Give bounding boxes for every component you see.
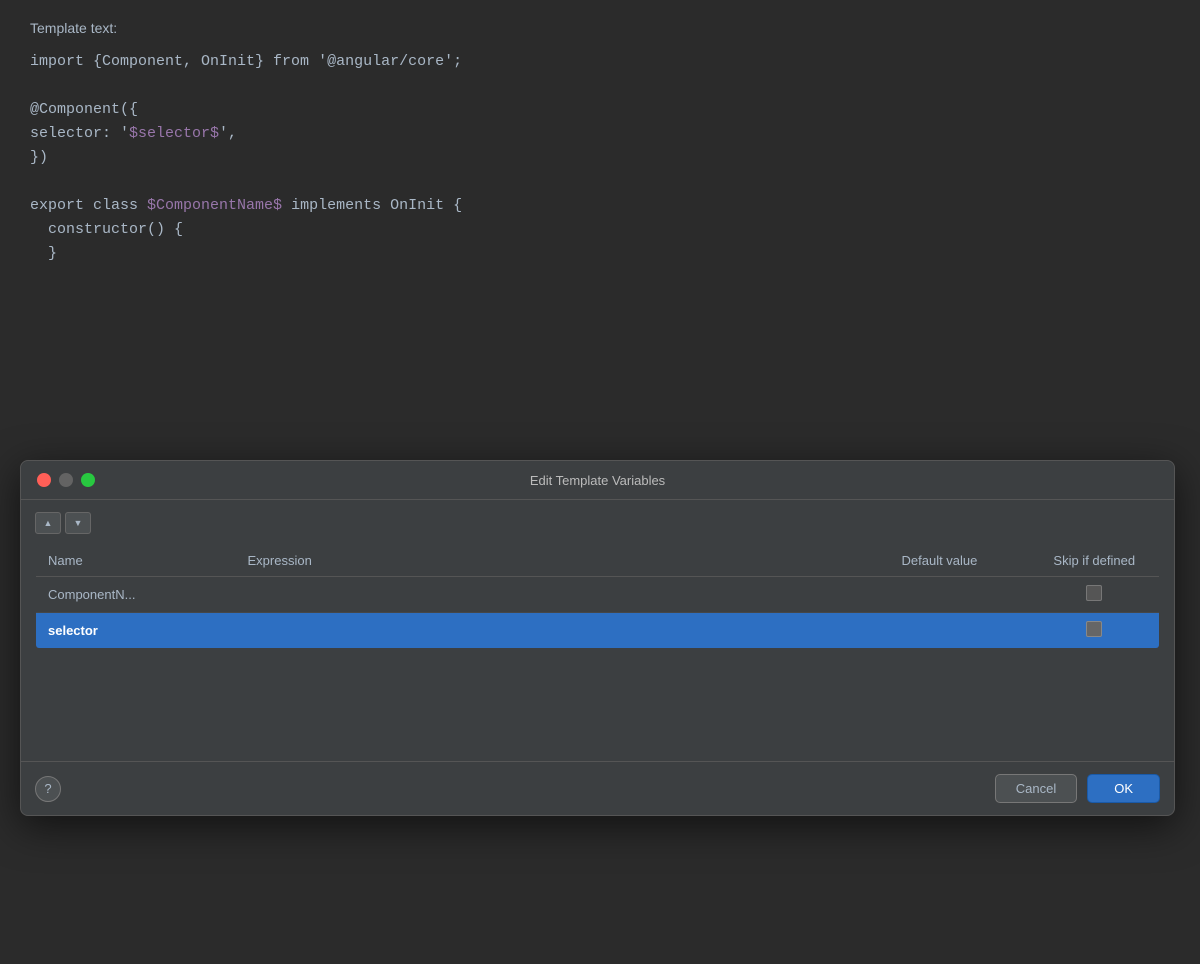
dialog-body: Name Expression Default value Skip if de…	[21, 500, 1174, 761]
code-line-innerbrace: }	[30, 242, 1170, 266]
footer-buttons: Cancel OK	[995, 774, 1160, 803]
implements-text: implements OnInit {	[282, 197, 462, 214]
import-path: '@angular/core';	[309, 53, 462, 70]
row1-default	[890, 577, 1030, 613]
dialog-title: Edit Template Variables	[530, 473, 665, 488]
col-header-skip: Skip if defined	[1030, 545, 1160, 577]
row1-skip[interactable]	[1030, 577, 1160, 613]
dialog-footer: ? Cancel OK	[21, 761, 1174, 815]
selector-variable: $selector$	[129, 125, 219, 142]
code-line-blank2	[30, 170, 1170, 194]
template-label: Template text:	[30, 20, 1170, 36]
selector-key: selector: '	[30, 125, 129, 142]
componentname-variable: $ComponentName$	[147, 197, 282, 214]
move-up-button[interactable]	[35, 512, 61, 534]
row2-skip[interactable]	[1030, 613, 1160, 649]
row1-expression	[236, 577, 890, 613]
table-row[interactable]: selector	[36, 613, 1160, 649]
code-line-export: export class $ComponentName$ implements …	[30, 194, 1170, 218]
ok-button[interactable]: OK	[1087, 774, 1160, 803]
arrow-down-icon	[74, 518, 83, 529]
row2-name: selector	[36, 613, 236, 649]
close-decorator: })	[30, 149, 48, 166]
code-line-selector: selector: '$selector$',	[30, 122, 1170, 146]
selector-close: ',	[219, 125, 237, 142]
import-text: import {Component, OnInit}	[30, 53, 273, 70]
col-header-default: Default value	[890, 545, 1030, 577]
variables-table: Name Expression Default value Skip if de…	[35, 544, 1160, 649]
move-down-button[interactable]	[65, 512, 91, 534]
edit-template-variables-dialog: Edit Template Variables Name Expression	[20, 460, 1175, 816]
code-line-component: @Component({	[30, 98, 1170, 122]
inner-close-brace: }	[30, 245, 57, 262]
component-decorator: @Component({	[30, 101, 138, 118]
code-line-import: import {Component, OnInit} from '@angula…	[30, 50, 1170, 74]
checkbox-skip-row1[interactable]	[1086, 585, 1102, 601]
row2-default[interactable]	[890, 613, 1030, 649]
code-line-closebrace: })	[30, 146, 1170, 170]
toolbar	[35, 512, 1160, 534]
cancel-button[interactable]: Cancel	[995, 774, 1077, 803]
constructor-text: constructor() {	[30, 221, 183, 238]
table-row[interactable]: ComponentN...	[36, 577, 1160, 613]
row2-name-text: selector	[48, 623, 98, 638]
row1-name: ComponentN...	[36, 577, 236, 613]
code-line-constructor: constructor() {	[30, 218, 1170, 242]
code-content: import {Component, OnInit} from '@angula…	[30, 50, 1170, 266]
dialog-titlebar: Edit Template Variables	[21, 461, 1174, 500]
minimize-button[interactable]	[59, 473, 73, 487]
export-keyword: export class	[30, 197, 147, 214]
empty-table-area	[35, 649, 1160, 749]
checkbox-skip-row2[interactable]	[1086, 621, 1102, 637]
code-line-blank1	[30, 74, 1170, 98]
code-editor: Template text: import {Component, OnInit…	[0, 0, 1200, 465]
table-header-row: Name Expression Default value Skip if de…	[36, 545, 1160, 577]
from-keyword: from	[273, 53, 309, 70]
close-button[interactable]	[37, 473, 51, 487]
traffic-lights	[37, 473, 95, 487]
arrow-up-icon	[44, 518, 53, 529]
help-button[interactable]: ?	[35, 776, 61, 802]
col-header-expression: Expression	[236, 545, 890, 577]
col-header-name: Name	[36, 545, 236, 577]
maximize-button[interactable]	[81, 473, 95, 487]
row2-expression[interactable]	[236, 613, 890, 649]
help-icon: ?	[44, 781, 51, 796]
